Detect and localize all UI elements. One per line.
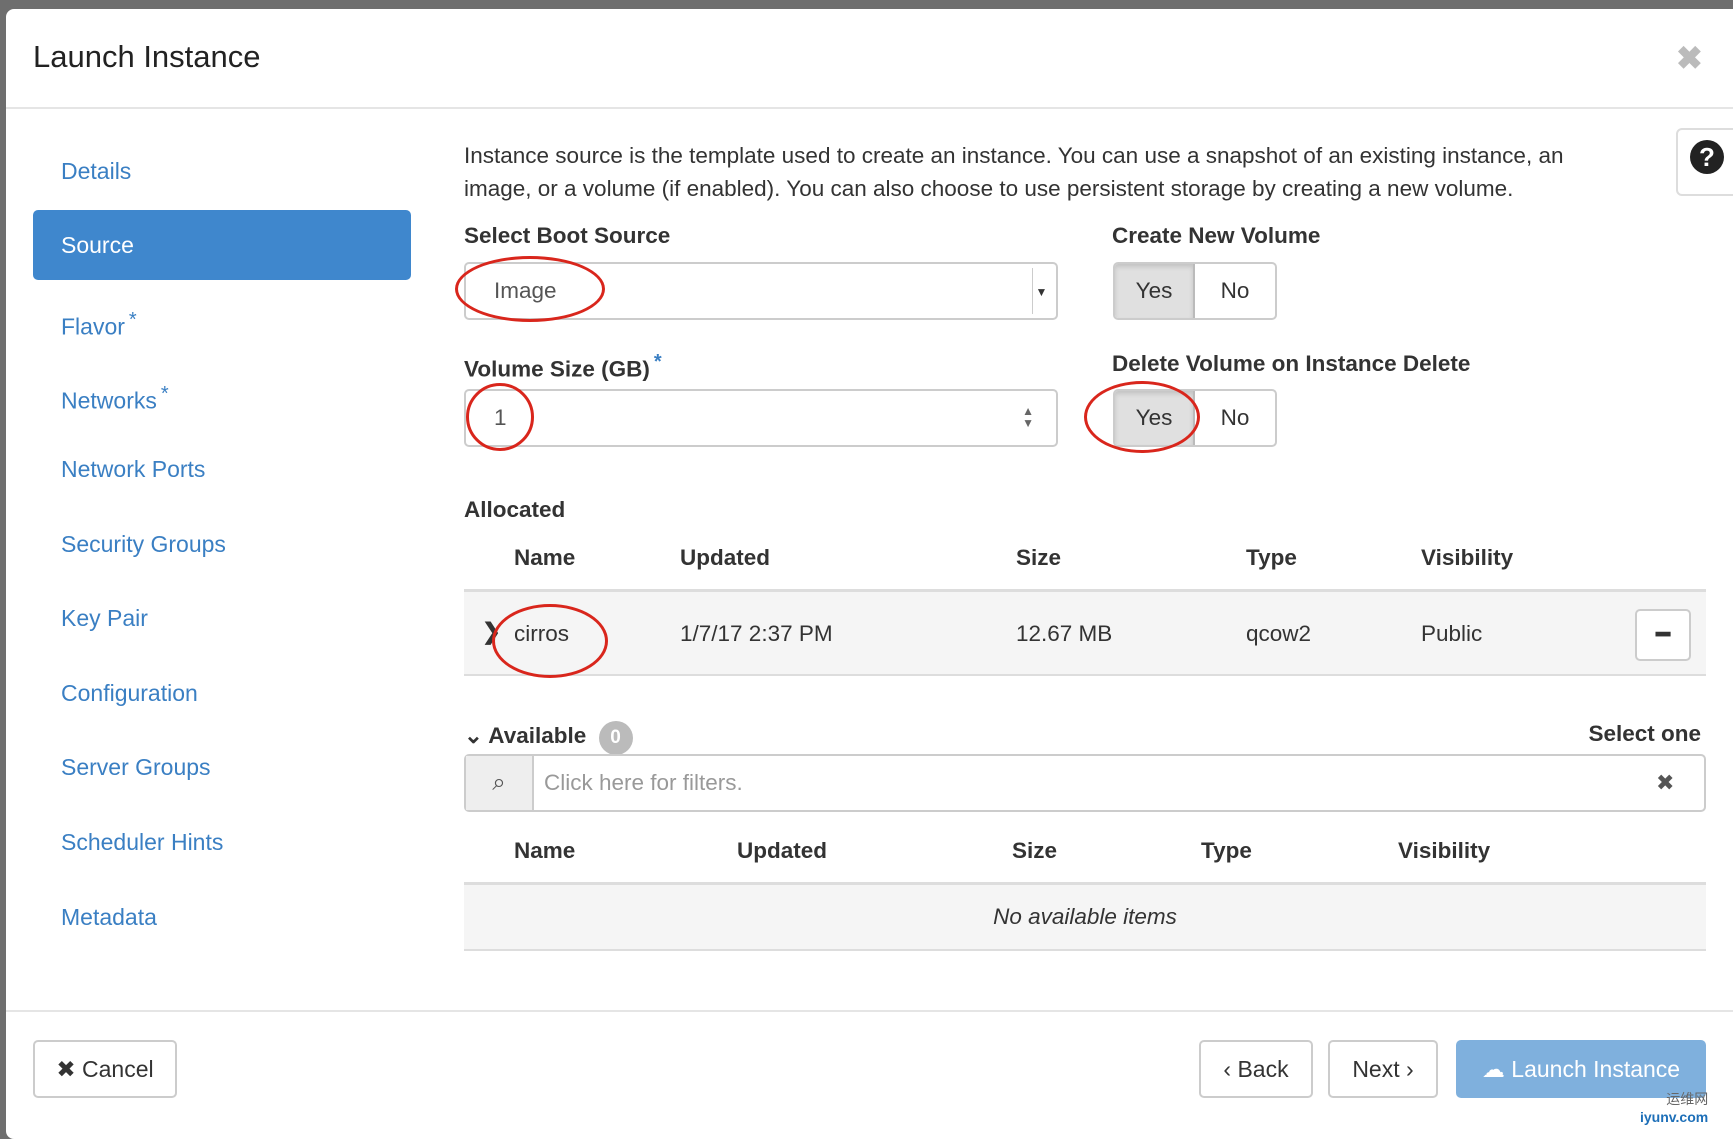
- available-count-badge: 0: [598, 721, 633, 755]
- required-mark: *: [160, 383, 169, 405]
- col-type[interactable]: Type: [1201, 838, 1252, 864]
- create-volume-yes[interactable]: Yes: [1115, 264, 1195, 318]
- annotation-circle: [455, 256, 605, 322]
- filter-input[interactable]: Click here for filters.: [534, 756, 1656, 810]
- col-size[interactable]: Size: [1012, 838, 1057, 864]
- allocated-title: Allocated: [464, 497, 566, 522]
- sidebar-item-metadata[interactable]: Metadata: [33, 882, 411, 952]
- sidebar-item-key-pair[interactable]: Key Pair: [33, 583, 411, 653]
- cancel-button[interactable]: ✖ Cancel: [33, 1040, 177, 1098]
- sidebar-item-details[interactable]: Details: [33, 136, 411, 206]
- sidebar-item-label: Networks: [61, 387, 157, 414]
- cell-type: qcow2: [1246, 621, 1312, 646]
- back-button[interactable]: ‹ Back: [1199, 1040, 1313, 1098]
- available-title: Available: [488, 723, 587, 748]
- cloud-upload-icon: ☁: [1481, 1056, 1512, 1082]
- cell-size: 12.67 MB: [1016, 621, 1113, 646]
- source-description: Instance source is the template used to …: [464, 143, 1564, 201]
- times-icon: ✖: [56, 1056, 83, 1082]
- sidebar-item-label: Flavor: [61, 313, 125, 340]
- sidebar-item-label: Metadata: [61, 904, 157, 930]
- sidebar-item-security-groups[interactable]: Security Groups: [33, 509, 411, 579]
- annotation-circle: [466, 383, 534, 451]
- sidebar-item-label: Scheduler Hints: [61, 829, 224, 855]
- modal-title: Launch Instance: [33, 39, 261, 74]
- help-button[interactable]: ?: [1676, 128, 1733, 196]
- watermark-logo: 运维网 iyunv.com: [1640, 1091, 1709, 1125]
- table-row: ❯ cirros 1/7/17 2:37 PM 12.67 MB qcow2 P…: [464, 592, 1706, 676]
- sidebar-item-label: Configuration: [61, 680, 198, 706]
- create-volume-toggle: Yes No: [1113, 262, 1277, 320]
- col-name[interactable]: Name: [514, 838, 575, 864]
- chevron-down-icon: ⌄: [464, 723, 483, 748]
- question-icon: ?: [1690, 140, 1724, 174]
- sidebar-item-label: Key Pair: [61, 605, 148, 631]
- col-visibility[interactable]: Visibility: [1421, 545, 1513, 571]
- col-type[interactable]: Type: [1246, 545, 1297, 571]
- col-name[interactable]: Name: [514, 545, 575, 571]
- cell-visibility: Public: [1421, 621, 1483, 646]
- sidebar-item-network-ports[interactable]: Network Ports: [33, 434, 411, 504]
- remove-button[interactable]: ━: [1635, 609, 1691, 661]
- volume-size-label: Volume Size (GB) *: [464, 351, 662, 382]
- next-button[interactable]: Next ›: [1328, 1040, 1438, 1098]
- spinner-icon[interactable]: ▲ ▼: [1022, 405, 1034, 429]
- clear-filter-icon[interactable]: ✖: [1656, 756, 1704, 810]
- col-visibility[interactable]: Visibility: [1398, 838, 1490, 864]
- create-volume-no[interactable]: No: [1195, 264, 1275, 318]
- col-updated[interactable]: Updated: [680, 545, 770, 571]
- select-one-hint: Select one: [1588, 721, 1701, 746]
- available-toggle[interactable]: ⌄ Available 0: [464, 721, 633, 755]
- sidebar-item-label: Server Groups: [61, 754, 211, 780]
- sidebar-item-scheduler-hints[interactable]: Scheduler Hints: [33, 807, 411, 877]
- annotation-circle: [492, 604, 608, 678]
- launch-instance-modal: Launch Instance ✖ Details Source Flavor *…: [6, 9, 1733, 1139]
- footer-divider: [6, 1010, 1733, 1012]
- chevron-left-icon: ‹: [1223, 1056, 1238, 1082]
- header-divider: [6, 107, 1733, 109]
- caret-down-icon: ▼: [1032, 268, 1050, 314]
- sidebar-item-source[interactable]: Source: [33, 210, 411, 280]
- sidebar-item-flavor[interactable]: Flavor *: [33, 285, 411, 355]
- sidebar-item-networks[interactable]: Networks *: [33, 359, 411, 429]
- close-icon[interactable]: ✖: [1676, 39, 1703, 77]
- col-updated[interactable]: Updated: [737, 838, 827, 864]
- search-icon: ⌕: [466, 756, 534, 810]
- sidebar-item-label: Details: [61, 158, 132, 184]
- sidebar-item-label: Security Groups: [61, 531, 226, 557]
- volume-size-input[interactable]: 1 ▲ ▼: [464, 389, 1058, 447]
- delete-volume-no[interactable]: No: [1195, 391, 1275, 445]
- col-size[interactable]: Size: [1016, 545, 1061, 571]
- create-volume-label: Create New Volume: [1112, 223, 1321, 248]
- chevron-right-icon: ›: [1399, 1056, 1414, 1082]
- sidebar-item-configuration[interactable]: Configuration: [33, 658, 411, 728]
- filter-bar: ⌕ Click here for filters. ✖: [464, 754, 1706, 812]
- required-mark: *: [653, 351, 662, 373]
- delete-volume-label: Delete Volume on Instance Delete: [1112, 351, 1471, 376]
- minus-icon: ━: [1656, 621, 1670, 647]
- empty-row: No available items: [464, 885, 1706, 951]
- boot-source-label: Select Boot Source: [464, 223, 671, 248]
- annotation-circle: [1084, 381, 1200, 453]
- sidebar-item-label: Network Ports: [61, 456, 206, 482]
- required-mark: *: [128, 309, 137, 331]
- sidebar-item-label: Source: [61, 232, 134, 258]
- sidebar-item-server-groups[interactable]: Server Groups: [33, 732, 411, 802]
- cell-updated: 1/7/17 2:37 PM: [680, 621, 833, 646]
